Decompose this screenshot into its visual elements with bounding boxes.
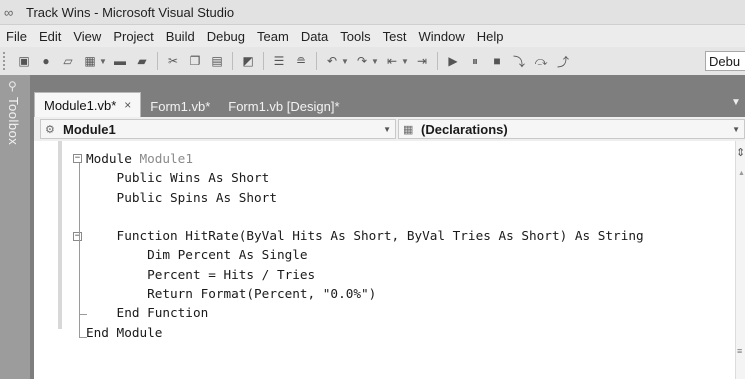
code-line: Public Wins As Short (86, 170, 270, 186)
menu-file[interactable]: File (0, 29, 33, 44)
toolbar-separator (316, 52, 317, 70)
redo-icon[interactable]: ↷ (354, 53, 370, 69)
navigate-backward-icon[interactable]: ⇤ (384, 53, 400, 69)
undo-dropdown-icon[interactable]: ▼ (341, 53, 349, 69)
open-file-icon[interactable]: ▱ (60, 53, 76, 69)
menu-view[interactable]: View (67, 29, 107, 44)
toolbar-grip-icon[interactable] (3, 52, 10, 70)
solution-configuration-select[interactable]: Debu (705, 51, 745, 71)
stop-icon[interactable]: ■ (489, 53, 505, 69)
collapse-module-icon[interactable]: − (73, 154, 82, 163)
scroll-grip-icon[interactable]: ≡ (737, 346, 742, 356)
add-item-dropdown-icon[interactable]: ▼ (99, 53, 107, 69)
code-text[interactable]: Module Module1 Public Wins As Short Publ… (86, 149, 644, 342)
pause-icon[interactable]: ⏸ (467, 53, 483, 69)
code-line: Percent = Hits / Tries (86, 266, 316, 282)
comment-icon[interactable]: ☰ (271, 53, 287, 69)
menu-debug[interactable]: Debug (201, 29, 251, 44)
toolbox-sidebar[interactable]: ⚲ Toolbox (0, 75, 30, 379)
outline-line (79, 241, 80, 314)
new-project-icon[interactable]: ▣ (16, 53, 32, 69)
tab-list-dropdown-icon[interactable]: ▼ (731, 97, 741, 108)
types-combo[interactable]: ⚙ Module1 ▼ (40, 119, 396, 139)
cut-icon[interactable]: ✂ (165, 53, 181, 69)
members-combo-value: (Declarations) (421, 121, 508, 137)
add-item-icon[interactable]: ● (38, 53, 54, 69)
toolbar-separator (232, 52, 233, 70)
code-keyword: Module (86, 151, 132, 166)
menu-tools[interactable]: Tools (334, 29, 376, 44)
split-window-icon[interactable]: ⇕ (736, 146, 745, 159)
code-editor[interactable]: − − Module Module1 Public Wins As Short … (34, 141, 745, 379)
navigate-dropdown-icon[interactable]: ▼ (401, 53, 409, 69)
add-new-item-icon[interactable]: ▦ (82, 53, 98, 69)
window-title: Track Wins - Microsoft Visual Studio (26, 4, 235, 20)
title-bar: ∞ Track Wins - Microsoft Visual Studio (0, 0, 745, 25)
toolbar-separator (437, 52, 438, 70)
collapse-function-icon[interactable]: − (73, 232, 82, 241)
navigation-bar: ⚙ Module1 ▼ ▦ (Declarations) ▼ (34, 117, 745, 142)
tab-form1-vb[interactable]: Form1.vb* (141, 95, 219, 117)
step-out-icon[interactable]: ⤴ (555, 53, 571, 69)
change-tracking-margin (58, 141, 62, 329)
menu-project[interactable]: Project (107, 29, 159, 44)
step-into-icon[interactable]: ⤵ (511, 53, 527, 69)
tab-label: Form1.vb* (150, 98, 211, 114)
step-over-icon[interactable]: ⤼ (533, 53, 549, 69)
declarations-icon: ▦ (403, 123, 414, 136)
menu-team[interactable]: Team (251, 29, 295, 44)
navigate-forward-icon[interactable]: ⇥ (414, 53, 430, 69)
code-line: End Module (86, 324, 163, 340)
undo-icon[interactable]: ↶ (324, 53, 340, 69)
paste-icon[interactable]: ▤ (209, 53, 225, 69)
menu-window[interactable]: Window (412, 29, 470, 44)
chevron-down-icon[interactable]: ▼ (383, 125, 391, 134)
copy-icon[interactable]: ❐ (187, 53, 203, 69)
code-line: Function HitRate(ByVal Hits As Short, By… (86, 228, 644, 244)
standard-toolbar: ▣ ● ▱ ▦ ▼ ▬ ▰ ✂ ❐ ▤ ◩ ☰ ≘ ↶ ▼ ↷ ▼ ⇤ ▼ ⇥ … (0, 47, 745, 76)
code-line: Return Format(Percent, "0.0%") (86, 286, 377, 302)
code-line: Public Spins As Short (86, 189, 277, 205)
visual-studio-logo-icon: ∞ (4, 4, 14, 20)
chevron-down-icon[interactable]: ▼ (732, 125, 740, 134)
types-combo-value: Module1 (63, 121, 116, 137)
tab-label: Form1.vb [Design]* (228, 98, 340, 114)
menu-build[interactable]: Build (160, 29, 201, 44)
code-line: Dim Percent As Single (86, 247, 308, 263)
start-debugging-icon[interactable]: ▶ (445, 53, 461, 69)
toolbar-separator (157, 52, 158, 70)
menu-edit[interactable]: Edit (33, 29, 67, 44)
find-icon[interactable]: ◩ (240, 53, 256, 69)
uncomment-icon[interactable]: ≘ (293, 53, 309, 69)
tab-module1-vb[interactable]: Module1.vb* × (34, 92, 142, 117)
menu-help[interactable]: Help (471, 29, 510, 44)
close-icon[interactable]: × (124, 98, 131, 112)
menu-data[interactable]: Data (295, 29, 334, 44)
save-icon[interactable]: ▬ (112, 53, 128, 69)
members-combo[interactable]: ▦ (Declarations) ▼ (398, 119, 745, 139)
menu-bar: File Edit View Project Build Debug Team … (0, 25, 745, 47)
pin-icon[interactable]: ⚲ (8, 79, 17, 93)
scroll-up-icon[interactable]: ▲ (738, 170, 745, 177)
menu-test[interactable]: Test (377, 29, 413, 44)
document-tabs: Module1.vb* × Form1.vb* Form1.vb [Design… (34, 92, 349, 117)
module-icon: ⚙ (45, 123, 55, 136)
tab-form1-vb-design[interactable]: Form1.vb [Design]* (219, 95, 348, 117)
tab-label: Module1.vb* (44, 97, 117, 113)
code-line: End Function (86, 305, 209, 321)
toolbox-label[interactable]: Toolbox (6, 97, 21, 145)
save-all-icon[interactable]: ▰ (134, 53, 150, 69)
redo-dropdown-icon[interactable]: ▼ (371, 53, 379, 69)
toolbar-separator (263, 52, 264, 70)
code-identifier: Module1 (131, 151, 193, 166)
